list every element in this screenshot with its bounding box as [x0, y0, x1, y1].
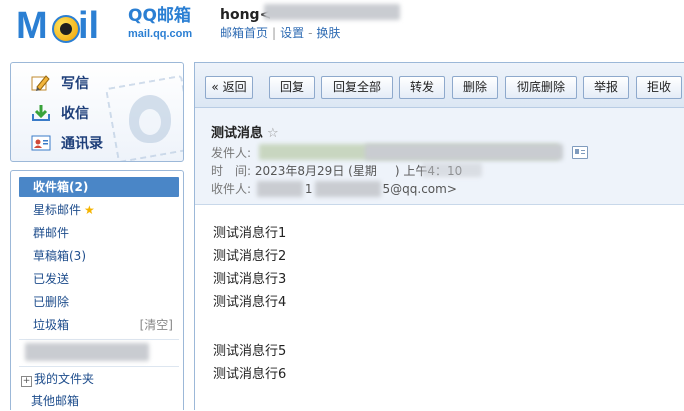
- body-line: 测试消息行4: [213, 295, 287, 310]
- contact-card-icon[interactable]: [572, 146, 588, 159]
- message-header: 测试消息☆ 发件人: 时 间: 2023年8月29日 (星期) 上午4：10 收…: [195, 108, 684, 205]
- mailbox-home-link[interactable]: 邮箱首页: [220, 26, 268, 40]
- nav-divider: [19, 366, 179, 367]
- report-button[interactable]: 举报: [583, 76, 629, 99]
- star-outline-icon[interactable]: ☆: [267, 126, 279, 141]
- qq-mail-logo[interactable]: M il: [16, 6, 126, 46]
- settings-link[interactable]: 设置: [280, 26, 304, 40]
- folder-label: 群邮件: [33, 226, 70, 240]
- folder-label: 收件箱(2): [33, 180, 89, 194]
- expand-plus-icon[interactable]: +: [21, 376, 32, 387]
- body-line: 测试消息行1: [213, 226, 287, 241]
- to-value-start: 1: [304, 182, 313, 196]
- folder-label: 星标邮件: [33, 203, 82, 217]
- to-label: 收件人:: [211, 182, 252, 196]
- folder-deleted[interactable]: 已删除: [19, 292, 179, 312]
- body-line: 测试消息行5: [213, 344, 287, 359]
- other-mailboxes-label: 其他邮箱: [31, 394, 80, 408]
- compose-label: 写信: [61, 76, 89, 92]
- redacted-recipient: [257, 181, 303, 197]
- pencil-icon: [31, 74, 51, 92]
- folder-drafts[interactable]: 草稿箱(3): [19, 246, 179, 266]
- brand-domain: mail.qq.com: [128, 28, 193, 40]
- redacted-sender-address: [365, 144, 563, 160]
- my-folders-toggle[interactable]: + 我的文件夹: [21, 369, 94, 389]
- folder-label: 已删除: [33, 295, 70, 309]
- sidebar-actions-panel: 写信 收信 通讯录: [10, 62, 184, 162]
- delete-button[interactable]: 删除: [452, 76, 498, 99]
- delete-permanently-button[interactable]: 彻底删除: [505, 76, 577, 99]
- top-links: 邮箱首页 | 设置 - 换肤: [220, 24, 340, 41]
- contacts-button[interactable]: 通讯录: [31, 133, 103, 153]
- logo-letter-m: M: [16, 5, 48, 47]
- nav-divider: [19, 339, 179, 340]
- penguin-stamp-decoration: [104, 74, 183, 161]
- link-separator: -: [308, 26, 313, 40]
- top-header: M il QQ邮箱 mail.qq.com hong< 邮箱首页 | 设置 - 换肤: [0, 0, 684, 58]
- redacted-recipient: [315, 181, 381, 197]
- folder-label: 垃圾箱: [33, 318, 70, 332]
- empty-spam-link[interactable]: [清空]: [140, 315, 173, 335]
- folder-label: 草稿箱(3): [33, 249, 86, 263]
- body-line: 测试消息行6: [213, 367, 287, 382]
- back-button[interactable]: « 返回: [205, 76, 253, 99]
- to-value-end: 5@qq.com>: [382, 182, 457, 196]
- redacted-weekday: [422, 163, 482, 177]
- folder-nav: 收件箱(2) 星标邮件 ★ 群邮件 草稿箱(3) 已发送 已删除 垃圾箱 [清空]…: [10, 170, 184, 410]
- folder-group-mail[interactable]: 群邮件: [19, 223, 179, 243]
- redacted-folder: [25, 343, 149, 361]
- reject-button[interactable]: 拒收: [636, 76, 682, 99]
- subject-text: 测试消息: [211, 126, 264, 141]
- folder-spam[interactable]: 垃圾箱 [清空]: [19, 315, 179, 335]
- logo-penguin-ball-icon: [52, 15, 80, 43]
- message-subject: 测试消息 ☆: [211, 122, 279, 141]
- body-line: 测试消息行2: [213, 249, 287, 264]
- from-label: 发件人:: [211, 146, 252, 160]
- body-line: 测试消息行3: [213, 272, 287, 287]
- brand-name: QQ邮箱: [128, 6, 191, 26]
- brand-block: QQ邮箱 mail.qq.com: [128, 6, 192, 41]
- star-icon: ★: [84, 203, 95, 217]
- reply-button[interactable]: 回复: [269, 76, 315, 99]
- other-mailboxes[interactable]: 其他邮箱: [31, 391, 79, 411]
- reply-all-button[interactable]: 回复全部: [321, 76, 393, 99]
- message-toolbar: « 返回 回复 回复全部 转发 删除 彻底删除 举报 拒收: [195, 63, 684, 108]
- contact-card-icon: [31, 134, 51, 152]
- from-row: 发件人:: [211, 145, 251, 161]
- folder-sent[interactable]: 已发送: [19, 269, 179, 289]
- compose-button[interactable]: 写信: [31, 73, 89, 93]
- link-separator: |: [272, 26, 277, 40]
- check-mail-button[interactable]: 收信: [31, 103, 89, 123]
- logo-letters-il: il: [78, 5, 100, 47]
- folder-starred[interactable]: 星标邮件 ★: [19, 200, 179, 220]
- inbox-download-icon: [31, 104, 51, 122]
- forward-button[interactable]: 转发: [399, 76, 445, 99]
- redacted-email: [264, 4, 400, 20]
- message-view: « 返回 回复 回复全部 转发 删除 彻底删除 举报 拒收 测试消息 ☆ 发件人:…: [194, 62, 684, 410]
- penguin-icon: [129, 95, 171, 143]
- folder-label: 已发送: [33, 272, 70, 286]
- time-value-start: 2023年8月29日 (星期: [254, 164, 377, 178]
- contacts-label: 通讯录: [61, 136, 103, 152]
- folder-inbox[interactable]: 收件箱(2): [19, 177, 179, 197]
- time-label: 时 间:: [211, 164, 252, 178]
- check-mail-label: 收信: [61, 106, 89, 122]
- change-skin-link[interactable]: 换肤: [316, 26, 340, 40]
- my-folders-label: 我的文件夹: [34, 372, 95, 386]
